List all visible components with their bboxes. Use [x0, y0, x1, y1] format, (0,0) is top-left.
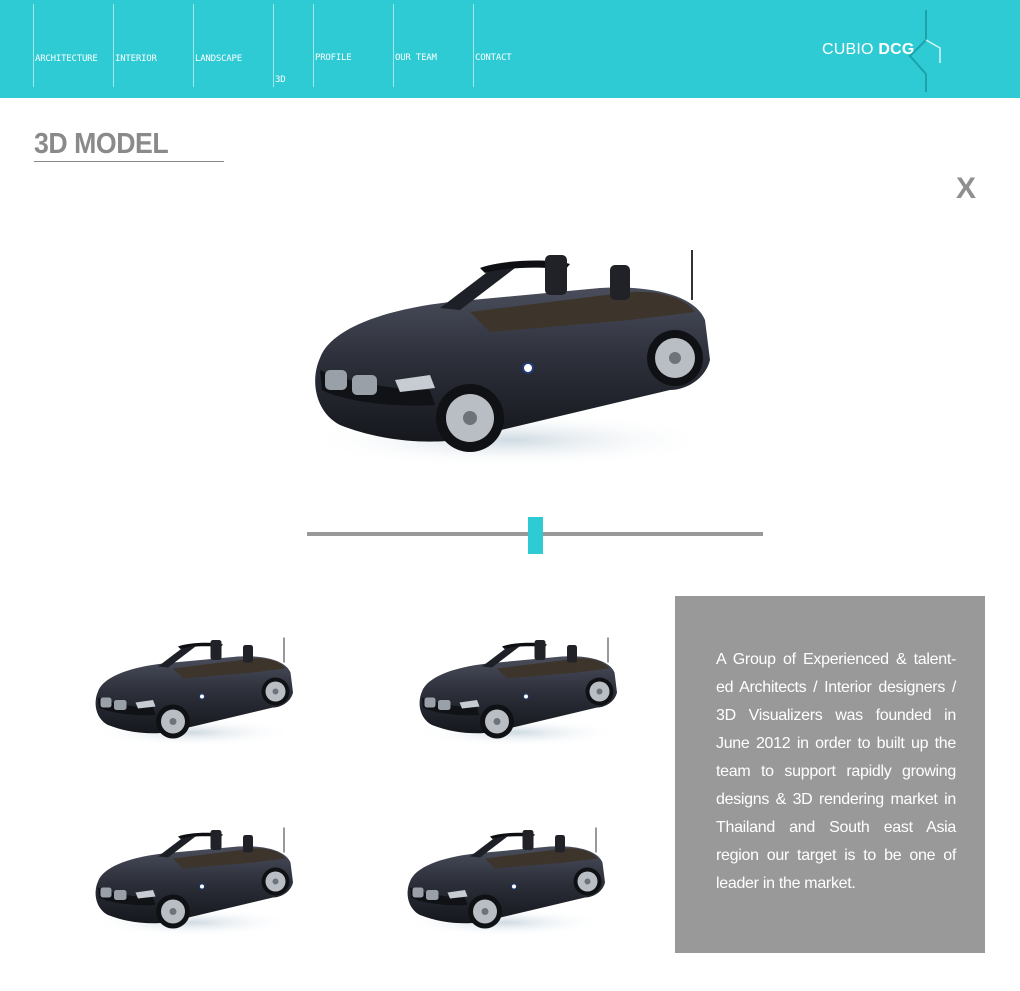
nav-item-landscape[interactable]: LANDSCAPE: [193, 4, 274, 87]
logo-mark-icon: [908, 10, 941, 92]
main-car-image: [304, 249, 716, 469]
logo[interactable]: CUBIO DCG: [822, 41, 914, 59]
nav-item-label: CONTACT: [475, 53, 512, 63]
nav-item-architecture[interactable]: ARCHITECTURE: [33, 4, 114, 87]
info-panel: A Group of Experienced & talent-ed Archi…: [675, 596, 985, 953]
nav-item-label: INTERIOR: [115, 54, 157, 64]
nav-item-label: PROFILE: [315, 53, 352, 63]
nav-item-3d[interactable]: 3D: [273, 4, 314, 87]
nav-item-our-team[interactable]: OUR TEAM: [393, 4, 474, 87]
nav-item-label: OUR TEAM: [395, 53, 437, 63]
thumbnail-image[interactable]: [88, 820, 298, 940]
info-text: A Group of Experienced & talent-ed Archi…: [716, 651, 956, 892]
nav-item-label: LANDSCAPE: [195, 54, 242, 64]
nav-item-label: ARCHITECTURE: [35, 54, 98, 64]
nav-item-profile[interactable]: PROFILE: [313, 4, 394, 87]
close-button[interactable]: X: [951, 172, 981, 212]
top-nav-bar: ARCHITECTURE INTERIOR LANDSCAPE 3D PROFI…: [0, 0, 1020, 98]
thumbnail-image[interactable]: [400, 820, 610, 940]
logo-text-light: CUBIO: [822, 41, 874, 58]
thumbnail-image[interactable]: [88, 630, 298, 750]
page-title-text: 3D MODEL: [34, 128, 169, 160]
nav-item-label: 3D: [275, 75, 286, 85]
page-title: 3D MODEL: [34, 128, 224, 162]
thumbnail-image[interactable]: [412, 630, 622, 750]
gallery-slider-handle[interactable]: [528, 517, 543, 554]
nav-item-contact[interactable]: CONTACT: [473, 4, 554, 87]
nav-item-interior[interactable]: INTERIOR: [113, 4, 194, 87]
